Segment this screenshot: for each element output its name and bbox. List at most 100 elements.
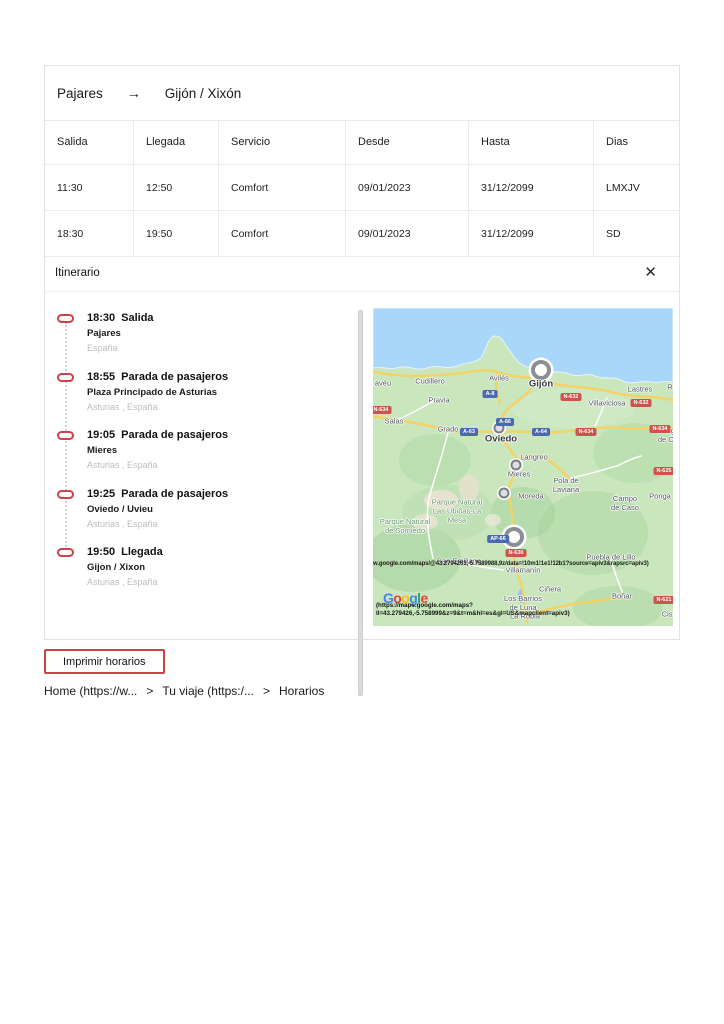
stop-station: Plaza Principado de Asturias [87, 386, 218, 398]
road-badge: A-8 [482, 390, 498, 398]
map-label: Pravia [428, 395, 450, 405]
stop-region: Asturias , España [87, 577, 158, 587]
column-header: Hasta [469, 120, 594, 164]
stop-region: Asturias , España [87, 518, 158, 529]
map-attribution-link-line1: (https://maps.google.com/maps? [376, 602, 473, 609]
stop-time-event: 19:05 Parada de pasajeros [87, 429, 357, 441]
map-label: Boñar [611, 591, 633, 601]
stop-time: 19:50 [87, 546, 116, 558]
stop-event: Parada de pasajeros [121, 487, 229, 500]
map-label: Villamanín [505, 565, 541, 575]
map-label: Avilés [489, 373, 509, 383]
stop-station: Mieres [87, 445, 118, 456]
column-header: Servicio [219, 120, 346, 164]
table-cell: 09/01/2023 [346, 211, 469, 256]
route-arrow-icon: → [126, 85, 141, 101]
stop-station: Oviedo / Uvieu [87, 503, 153, 515]
stop-event: Salida [121, 312, 154, 324]
map-label: Langreo [520, 452, 548, 462]
column-header: Dias [606, 136, 629, 148]
stop-marker-icon [57, 489, 74, 499]
print-schedules-button[interactable]: Imprimir horarios [44, 649, 165, 674]
stop-time: 18:55 [87, 370, 116, 383]
timetable-body: 11:30 12:50 Comfort 09/01/2023 31/12/2099 LMX… [45, 165, 679, 257]
timetable: Salida Llegada Servicio Desde Hasta Dias 11:3… [45, 120, 679, 257]
table-row[interactable]: 18:30 19:50 Comfort 09/01/2023 31/12/2099 SD [45, 211, 679, 257]
table-cell: 31/12/2099 [469, 211, 594, 256]
map-label: avéu [374, 378, 392, 388]
itinerary-scrollbar[interactable] [358, 310, 363, 696]
stop-event: Llegada [121, 546, 163, 558]
map-label: Campo de Caso [611, 494, 639, 512]
stop-time: 19:05 [87, 429, 116, 441]
map-station-marker [531, 360, 551, 380]
table-cell: 09/01/2023 [346, 165, 469, 210]
itinerary-stop: 18:30 Salida Pajares España [57, 312, 357, 371]
road-badge: A-66 [496, 418, 514, 426]
breadcrumb-item[interactable]: Tu viaje (https:/... [162, 684, 254, 698]
table-cell: 31/12/2099 [469, 165, 594, 210]
timetable-header: Salida Llegada Servicio Desde Hasta Dias [45, 120, 679, 165]
close-icon[interactable]: ✕ [644, 265, 657, 280]
breadcrumb: Home (https://w... > Tu viaje (https:/... >… [44, 684, 324, 698]
route-destination: Gijón / Xixón [164, 85, 242, 101]
road-badge: N-634 [649, 425, 671, 433]
stop-region: España [87, 343, 118, 353]
map-label: Parque Natural Las Ubiñas-La Mesa [431, 497, 483, 525]
breadcrumb-separator: > [262, 684, 270, 698]
stop-event: Parada de pasajeros [121, 370, 229, 383]
stop-station: Gijon / Xixon [87, 562, 146, 573]
stop-time-event: 18:55 Parada de pasajeros [87, 371, 357, 383]
table-cell: 12:50 [134, 165, 219, 210]
road-badge: N-621 [653, 596, 673, 604]
road-badge: N-634 [373, 406, 392, 414]
map-label: Ponga [649, 491, 671, 501]
map-attribution-link-line2: ll=43.279426,-5.758999&z=9&t=m&hl=es&gl=… [376, 610, 570, 617]
stop-time: 18:30 [87, 312, 116, 324]
column-header: Llegada [134, 120, 219, 164]
stop-marker-icon [57, 314, 74, 323]
map-station-marker [498, 487, 510, 499]
table-cell: LMXJV [606, 181, 640, 194]
itinerary-header: Itinerario ✕ [45, 254, 679, 292]
route-header: Pajares → Gijón / Xixón [45, 66, 679, 121]
table-cell: Comfort [219, 165, 346, 210]
table-cell: 18:30 [45, 211, 134, 256]
road-badge: N-630 [505, 549, 527, 557]
column-header: Salida [45, 120, 134, 164]
breadcrumb-item[interactable]: Home (https://w... [44, 684, 137, 698]
stop-time: 19:25 [87, 487, 116, 500]
map-label: Grado [437, 424, 459, 434]
itinerary-stop: 19:50 Llegada Gijon / Xixon Asturias , Espa… [57, 546, 357, 605]
stop-time-event: 19:50 Llegada [87, 546, 357, 558]
map-label: Lastres [627, 384, 653, 394]
route-map[interactable]: avéu Cudillero Avilés Gijón Lastres R Villavic… [373, 308, 673, 626]
column-header: Desde [346, 120, 469, 164]
route-origin: Pajares [57, 85, 103, 101]
road-badge: N-632 [560, 393, 582, 401]
itinerary-stop: 18:55 Parada de pasajeros Plaza Principado… [57, 371, 357, 430]
stop-region: Asturias , España [87, 401, 158, 412]
stop-station: Pajares [87, 328, 121, 339]
map-label: Gijón [528, 378, 554, 390]
road-badge: A-63 [460, 428, 478, 436]
stops-list: 18:30 Salida Pajares España 18:55 Parada de p… [57, 312, 357, 605]
table-cell: 19:50 [134, 211, 219, 256]
stop-marker-icon [57, 372, 74, 382]
map-label: Villaviciosa [588, 398, 626, 408]
stop-marker-icon [57, 431, 74, 440]
map-label: Ciñera [538, 584, 562, 594]
map-label: R [667, 382, 673, 392]
map-label: Salas [384, 416, 404, 426]
map-attribution-url: w.google.com/maps/@43.2794263,-5.7589988… [373, 561, 649, 567]
map-label: Parque Natural de Somiedo [379, 517, 431, 535]
breadcrumb-item[interactable]: Horarios [279, 684, 324, 698]
map-label: Cudillero [415, 376, 445, 386]
road-badge: N-634 [575, 428, 597, 436]
map-label: Moreda [518, 491, 544, 501]
stop-time-event: 19:25 Parada de pasajeros [87, 488, 357, 500]
table-row[interactable]: 11:30 12:50 Comfort 09/01/2023 31/12/2099 LMX… [45, 165, 679, 211]
map-terrain-svg [373, 308, 673, 626]
road-badge: N-625 [653, 467, 673, 475]
map-label: Cisti [661, 609, 673, 619]
